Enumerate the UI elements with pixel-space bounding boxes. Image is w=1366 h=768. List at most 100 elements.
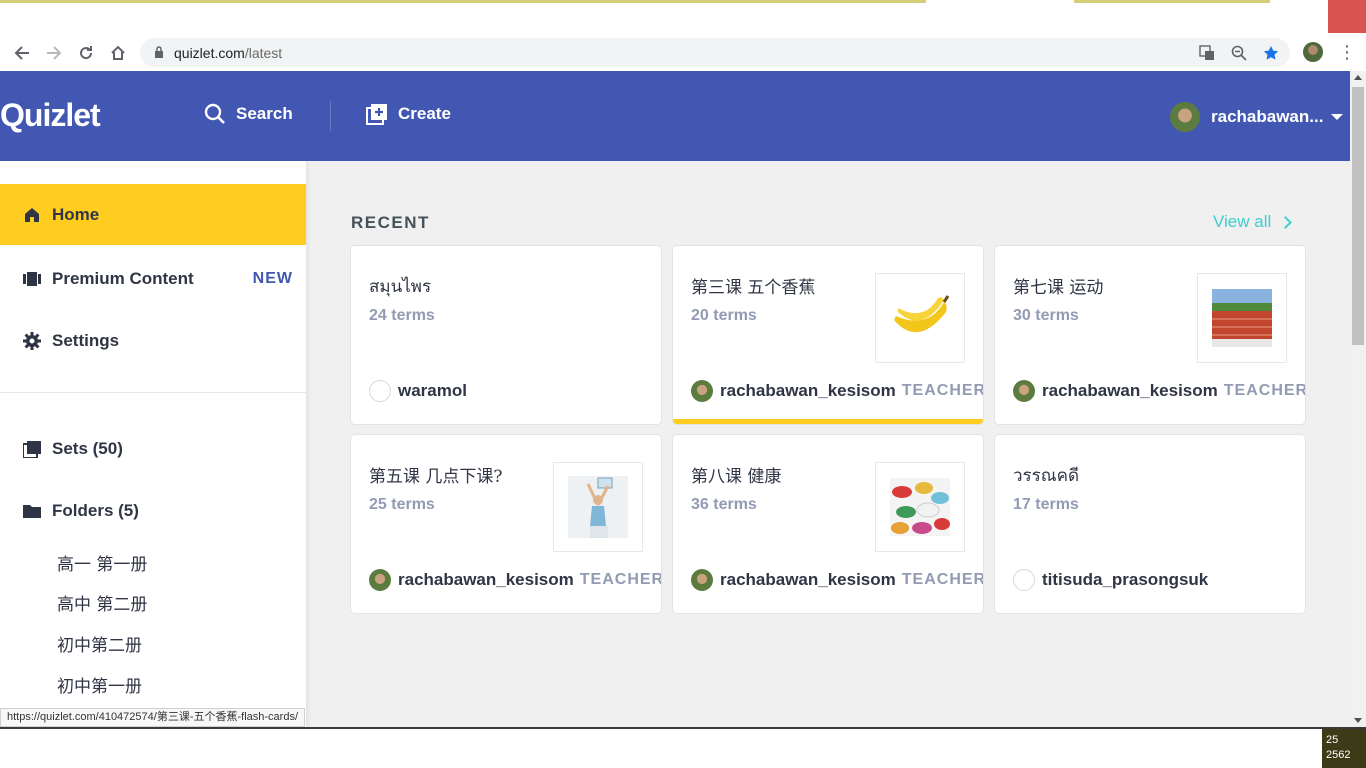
owner-avatar — [369, 569, 391, 591]
folder-link[interactable]: 初中第一册 — [57, 672, 142, 697]
premium-content-icon — [22, 269, 42, 289]
owner-name: rachabawan_kesisom — [720, 381, 896, 400]
study-set-card[interactable]: วรรณคดี 17 terms titisuda_prasongsuk — [995, 435, 1305, 613]
set-title: วรรณคดี — [1013, 466, 1079, 486]
sidebar-item-label: Folders (5) — [52, 500, 139, 520]
sidebar-item-settings[interactable]: Settings — [0, 310, 306, 371]
sidebar-divider — [0, 392, 306, 393]
set-thumbnail-woman — [553, 462, 643, 552]
browser-menu-icon[interactable]: ⋮ — [1338, 40, 1356, 64]
home-icon — [22, 205, 42, 225]
sidebar-item-folders[interactable]: Folders (5) — [0, 480, 306, 541]
set-term-count: 25 terms — [369, 496, 435, 513]
teacher-badge: TEACHER — [1223, 382, 1305, 399]
set-term-count: 20 terms — [691, 307, 757, 324]
scroll-up-arrow-icon[interactable] — [1354, 75, 1362, 80]
tab-accent-line — [0, 0, 926, 3]
header-divider — [330, 101, 331, 131]
quizlet-logo[interactable]: Quizlet — [0, 97, 101, 134]
set-owner[interactable]: titisuda_prasongsuk — [1013, 569, 1208, 591]
card-content: วรรณคดี 17 terms titisuda_prasongsuk — [995, 435, 1305, 613]
os-taskbar: 25 2562 — [0, 727, 1366, 768]
folder-link[interactable]: 高一 第一册 — [57, 550, 147, 575]
study-set-card[interactable]: 第八课 健康 36 terms rachabawan_kesisom TEACH… — [673, 435, 983, 613]
sidebar-item-premium[interactable]: Premium Content NEW — [0, 248, 306, 309]
set-thumbnail-banana — [875, 273, 965, 363]
teacher-badge: TEACHER — [901, 382, 983, 399]
card-content: 第八课 健康 36 terms rachabawan_kesisom TEACH… — [673, 435, 983, 613]
translate-icon[interactable] — [1198, 44, 1216, 62]
search-label: Search — [236, 104, 293, 123]
folder-link[interactable]: 初中第二册 — [57, 631, 142, 656]
link-status-bar: https://quizlet.com/410472574/第三课-五个香蕉-f… — [0, 708, 305, 727]
reload-icon[interactable] — [74, 41, 98, 65]
owner-name: waramol — [398, 381, 467, 400]
set-owner[interactable]: rachabawan_kesisom TEACHER — [691, 569, 983, 591]
sidebar-item-home[interactable]: Home — [0, 184, 306, 245]
set-term-count: 36 terms — [691, 496, 757, 513]
zoom-icon[interactable] — [1230, 44, 1248, 62]
owner-avatar — [1013, 380, 1035, 402]
set-title: 第七课 运动 — [1013, 278, 1104, 298]
sidebar-item-label: Premium Content — [52, 268, 194, 288]
study-set-card[interactable]: 第三课 五个香蕉 20 terms rachabawan_kesisom TEA… — [673, 246, 983, 424]
view-all-link[interactable]: View all — [1213, 212, 1293, 232]
owner-name: rachabawan_kesisom — [398, 570, 574, 589]
tray-time: 25 — [1326, 734, 1339, 746]
gear-icon — [22, 331, 42, 351]
scrollbar-thumb[interactable] — [1352, 87, 1364, 345]
set-owner[interactable]: rachabawan_kesisom TEACHER — [691, 380, 983, 402]
browser-tabstrip — [0, 0, 1366, 34]
set-owner[interactable]: waramol — [369, 380, 467, 402]
system-tray-clock[interactable]: 25 2562 — [1322, 729, 1366, 768]
study-set-card[interactable]: 第五课 几点下课? 25 terms rachabawan_kesisom TE… — [351, 435, 661, 613]
set-title: 第五课 几点下课? — [369, 467, 503, 487]
lock-icon — [155, 46, 163, 58]
study-set-card[interactable]: 第七课 运动 30 terms rachabawan_kesisom TEACH… — [995, 246, 1305, 424]
create-label: Create — [398, 104, 451, 123]
owner-avatar — [691, 380, 713, 402]
study-set-card[interactable]: สมุนไพร 24 terms waramol — [351, 246, 661, 424]
chevron-right-icon — [1279, 215, 1293, 229]
tab-accent-line — [1074, 0, 1270, 3]
tray-date: 2562 — [1326, 749, 1351, 761]
sidebar-item-label: Settings — [52, 330, 120, 350]
card-content: 第三课 五个香蕉 20 terms rachabawan_kesisom TEA… — [673, 246, 983, 424]
set-thumbnail-pills — [875, 462, 965, 552]
card-content: สมุนไพร 24 terms waramol — [351, 246, 661, 424]
teacher-badge: TEACHER — [901, 571, 983, 588]
chevron-down-icon — [1331, 114, 1344, 120]
set-thumbnail-track — [1197, 273, 1287, 363]
owner-name: rachabawan_kesisom — [720, 570, 896, 589]
set-owner[interactable]: rachabawan_kesisom TEACHER — [369, 569, 661, 591]
window-close-button[interactable] — [1328, 0, 1366, 33]
folder-link[interactable]: 高中 第二册 — [57, 590, 147, 615]
create-button[interactable]: Create — [366, 103, 451, 125]
address-bar[interactable]: quizlet.com/latest — [140, 38, 1290, 67]
sidebar: Home Premium Content NEW Settings Sets (… — [0, 161, 306, 727]
owner-avatar — [369, 380, 391, 402]
card-content: 第七课 运动 30 terms rachabawan_kesisom TEACH… — [995, 246, 1305, 424]
search-button[interactable]: Search — [204, 103, 293, 125]
bookmark-star-icon[interactable] — [1262, 44, 1280, 62]
set-title: สมุนไพร — [369, 277, 432, 297]
new-badge: NEW — [252, 269, 293, 287]
set-term-count: 17 terms — [1013, 496, 1079, 513]
user-menu[interactable]: rachabawan... — [1170, 102, 1344, 132]
home-icon[interactable] — [106, 41, 130, 65]
set-term-count: 30 terms — [1013, 307, 1079, 324]
sidebar-item-label: Sets (50) — [52, 438, 123, 458]
teacher-badge: TEACHER — [579, 571, 661, 588]
card-content: 第五课 几点下课? 25 terms rachabawan_kesisom TE… — [351, 435, 661, 613]
set-owner[interactable]: rachabawan_kesisom TEACHER — [1013, 380, 1305, 402]
forward-arrow-icon[interactable] — [42, 41, 66, 65]
scroll-down-arrow-icon[interactable] — [1354, 718, 1362, 723]
set-title: 第八课 健康 — [691, 467, 782, 487]
sets-icon — [22, 439, 42, 459]
sidebar-item-sets[interactable]: Sets (50) — [0, 418, 306, 479]
view-all-label: View all — [1213, 212, 1272, 231]
owner-avatar — [691, 569, 713, 591]
page-scrollbar[interactable] — [1350, 71, 1366, 727]
browser-profile-avatar[interactable] — [1303, 42, 1323, 62]
back-arrow-icon[interactable] — [10, 41, 34, 65]
